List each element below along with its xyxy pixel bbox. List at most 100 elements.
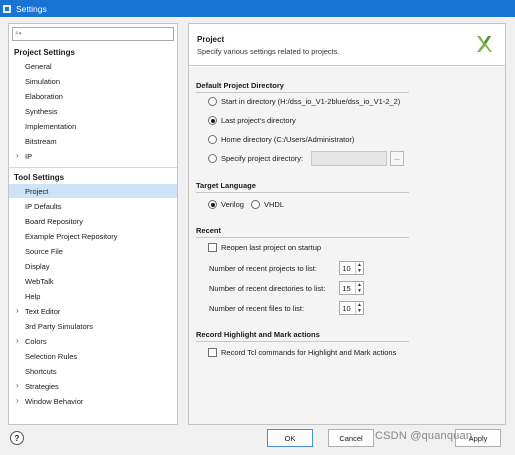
cancel-button[interactable]: Cancel (328, 429, 374, 447)
arrow-down-icon[interactable]: ▼ (356, 288, 363, 294)
nav-item-example-project-repository[interactable]: Example Project Repository (9, 229, 177, 243)
radio-button[interactable] (208, 135, 217, 144)
specify-directory-input[interactable] (311, 151, 387, 166)
nav-item-label: Source File (25, 246, 63, 256)
specify-directory-option[interactable]: Specify project directory: (208, 154, 303, 163)
nav-item-general[interactable]: General (9, 59, 177, 73)
search-field[interactable]: ⌕ ▾ (12, 27, 174, 41)
recent-files-label: Number of recent files to list: (209, 304, 305, 313)
arrow-down-icon[interactable]: ▼ (356, 268, 363, 274)
nav-item-label: Strategies (25, 381, 59, 391)
page-header: Project Specify various settings related… (189, 24, 505, 66)
spinner-value[interactable]: 15 (340, 284, 355, 293)
option-label: Home directory (C:/Users/Administrator) (221, 135, 355, 144)
nav-item-strategies[interactable]: › Strategies (9, 379, 177, 393)
option-label: Last project's directory (221, 116, 296, 125)
settings-content: Default Project Directory Start in direc… (189, 67, 505, 424)
nav-item-elaboration[interactable]: Elaboration (9, 89, 177, 103)
csdn-watermark: CSDN @quanquan (375, 430, 473, 442)
nav-item-label: IP (25, 151, 33, 161)
nav-item-bitstream[interactable]: Bitstream (9, 134, 177, 148)
radio-button[interactable] (208, 116, 217, 125)
tool-settings-header: Tool Settings (14, 172, 65, 182)
radio-button[interactable] (208, 154, 217, 163)
nav-item-project[interactable]: Project (9, 184, 177, 198)
settings-content-panel: Project Specify various settings related… (188, 23, 506, 425)
vivado-logo-icon (475, 34, 493, 54)
recent-directories-spinner[interactable]: 15 ▲ ▼ (339, 281, 364, 295)
chevron-right-icon[interactable]: › (16, 151, 19, 160)
radio-button[interactable] (208, 200, 217, 209)
option-label: VHDL (264, 200, 285, 209)
ok-button[interactable]: OK (267, 429, 313, 447)
nav-item-synthesis[interactable]: Synthesis (9, 104, 177, 118)
nav-item-label: WebTalk (25, 276, 54, 286)
nav-item-ip-defaults[interactable]: IP Defaults (9, 199, 177, 213)
nav-item-label: General (25, 61, 52, 71)
nav-item-label: Bitstream (25, 136, 57, 146)
help-button[interactable]: ? (10, 431, 24, 445)
start-in-directory-option[interactable]: Start in directory (H:/dss_io_V1-2blue/d… (208, 97, 400, 106)
group-divider (196, 341, 409, 342)
nav-item-label: Simulation (25, 76, 61, 86)
checkbox[interactable] (208, 348, 217, 357)
radio-button[interactable] (208, 97, 217, 106)
nav-item-label: Synthesis (25, 106, 58, 116)
spinner-arrows[interactable]: ▲ ▼ (355, 262, 363, 274)
option-label: Specify project directory: (221, 154, 304, 163)
search-input[interactable] (21, 28, 162, 40)
last-project-directory-option[interactable]: Last project's directory (208, 116, 296, 125)
spinner-value[interactable]: 10 (340, 304, 355, 313)
verilog-option[interactable]: Verilog (208, 200, 244, 209)
recent-projects-label: Number of recent projects to list: (209, 264, 317, 273)
nav-item-shortcuts[interactable]: Shortcuts (9, 364, 177, 378)
chevron-right-icon[interactable]: › (16, 396, 19, 405)
recent-projects-spinner[interactable]: 10 ▲ ▼ (339, 261, 364, 275)
nav-item-simulation[interactable]: Simulation (9, 74, 177, 88)
recent-files-spinner[interactable]: 10 ▲ ▼ (339, 301, 364, 315)
nav-item-3rd-party-simulators[interactable]: 3rd Party Simulators (9, 319, 177, 333)
option-label: Verilog (221, 200, 244, 209)
chevron-right-icon[interactable]: › (16, 336, 19, 345)
nav-item-colors[interactable]: › Colors (9, 334, 177, 348)
record-tcl-commands-option[interactable]: Record Tcl commands for Highlight and Ma… (208, 348, 396, 357)
nav-item-window-behavior[interactable]: › Window Behavior (9, 394, 177, 408)
nav-item-text-editor[interactable]: › Text Editor (9, 304, 177, 318)
arrow-down-icon[interactable]: ▼ (356, 308, 363, 314)
browse-button[interactable]: ... (390, 151, 404, 166)
reopen-last-project-option[interactable]: Reopen last project on startup (208, 243, 321, 252)
nav-item-label: Shortcuts (25, 366, 57, 376)
spinner-value[interactable]: 10 (340, 264, 355, 273)
nav-item-display[interactable]: Display (9, 259, 177, 273)
section-divider (9, 167, 177, 168)
nav-item-ip[interactable]: › IP (9, 149, 177, 163)
option-label: Record Tcl commands for Highlight and Ma… (221, 348, 397, 357)
nav-item-webtalk[interactable]: WebTalk (9, 274, 177, 288)
vhdl-option[interactable]: VHDL (251, 200, 284, 209)
chevron-right-icon[interactable]: › (16, 306, 19, 315)
target-language-title: Target Language (196, 181, 256, 190)
nav-item-label: Project (25, 186, 49, 196)
dialog-footer: ? OK Cancel Apply CSDN @quanquan (0, 425, 515, 455)
nav-item-label: Text Editor (25, 306, 61, 316)
nav-item-label: 3rd Party Simulators (25, 321, 93, 331)
chevron-right-icon[interactable]: › (16, 381, 19, 390)
spinner-arrows[interactable]: ▲ ▼ (355, 302, 363, 314)
nav-item-label: Colors (25, 336, 47, 346)
nav-item-board-repository[interactable]: Board Repository (9, 214, 177, 228)
nav-item-source-file[interactable]: Source File (9, 244, 177, 258)
home-directory-option[interactable]: Home directory (C:/Users/Administrator) (208, 135, 354, 144)
nav-item-help[interactable]: Help (9, 289, 177, 303)
nav-item-label: Board Repository (25, 216, 83, 226)
radio-button[interactable] (251, 200, 260, 209)
default-directory-title: Default Project Directory (196, 81, 284, 90)
nav-item-label: Selection Rules (25, 351, 78, 361)
nav-item-label: Elaboration (25, 91, 63, 101)
nav-item-label: Window Behavior (25, 396, 84, 406)
nav-item-selection-rules[interactable]: Selection Rules (9, 349, 177, 363)
checkbox[interactable] (208, 243, 217, 252)
spinner-arrows[interactable]: ▲ ▼ (355, 282, 363, 294)
option-label: Reopen last project on startup (221, 243, 322, 252)
nav-item-label: IP Defaults (25, 201, 62, 211)
nav-item-implementation[interactable]: Implementation (9, 119, 177, 133)
